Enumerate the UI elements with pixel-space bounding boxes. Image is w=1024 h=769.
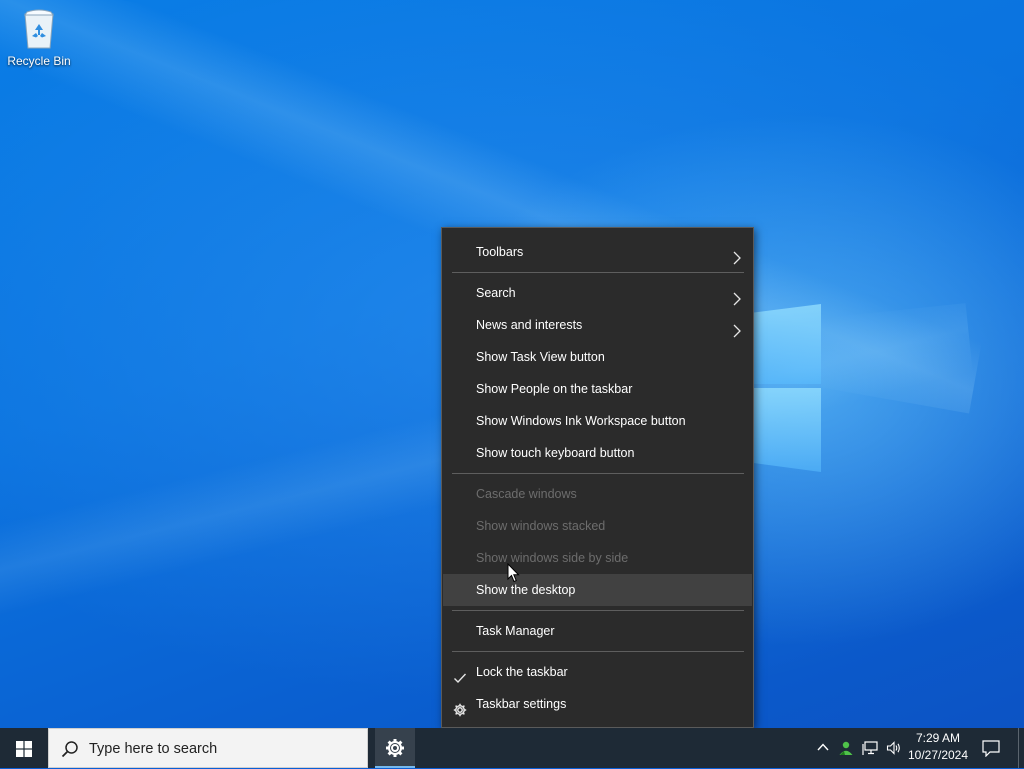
chevron-right-icon: [730, 286, 744, 306]
menu-item-search[interactable]: Search: [443, 277, 752, 309]
search-icon: [61, 740, 79, 763]
desktop-icon-label: Recycle Bin: [7, 54, 71, 68]
menu-item-label: Show windows stacked: [476, 519, 606, 533]
menu-item-label: Search: [476, 286, 516, 300]
chevron-up-icon: [817, 743, 829, 751]
menu-item-label: Task Manager: [476, 624, 555, 638]
menu-item-show-ink-workspace[interactable]: Show Windows Ink Workspace button: [443, 405, 752, 437]
show-desktop-button[interactable]: [1018, 728, 1024, 768]
menu-item-show-task-view-button[interactable]: Show Task View button: [443, 341, 752, 373]
tray-people-button[interactable]: [834, 728, 858, 768]
action-center-button[interactable]: [978, 728, 1006, 768]
wallpaper-windows-logo: [745, 290, 823, 480]
tray-network-button[interactable]: [858, 728, 882, 768]
menu-item-label: Show People on the taskbar: [476, 382, 633, 396]
menu-item-taskbar-settings[interactable]: Taskbar settings: [443, 688, 752, 720]
start-button[interactable]: [0, 728, 48, 768]
taskbar-search-box[interactable]: Type here to search: [48, 728, 368, 768]
people-icon: [839, 741, 853, 755]
menu-separator: [452, 610, 744, 611]
gear-icon: [386, 739, 404, 757]
menu-item-label: Show Task View button: [476, 350, 605, 364]
search-placeholder: Type here to search: [89, 741, 218, 757]
show-hidden-icons-button[interactable]: [812, 728, 834, 768]
menu-item-label: Toolbars: [476, 245, 524, 259]
gear-icon: [453, 697, 467, 717]
menu-item-show-windows-side-by-side: Show windows side by side: [443, 542, 752, 574]
menu-item-label: Show windows side by side: [476, 551, 629, 565]
menu-separator: [452, 651, 744, 652]
menu-item-cascade-windows: Cascade windows: [443, 478, 752, 510]
menu-item-task-manager[interactable]: Task Manager: [443, 615, 752, 647]
taskbar-context-menu: Toolbars Search News and interests Show …: [441, 227, 754, 728]
menu-item-label: Cascade windows: [476, 487, 577, 501]
taskbar-clock[interactable]: 7:29 AM 10/27/2024: [903, 730, 973, 766]
menu-item-label: Taskbar settings: [476, 697, 567, 711]
recycle-bin-icon: [19, 6, 59, 50]
chevron-right-icon: [730, 318, 744, 338]
taskbar-app-settings[interactable]: [375, 728, 415, 768]
mouse-pointer-icon: [507, 562, 521, 583]
menu-item-label: Show the desktop: [476, 583, 576, 597]
taskbar: Type here to search 7:29 AM 10/27/2024: [0, 728, 1024, 768]
menu-separator: [452, 473, 744, 474]
clock-time: 7:29 AM: [915, 731, 961, 745]
menu-item-show-the-desktop[interactable]: Show the desktop: [443, 574, 752, 606]
action-center-icon: [982, 740, 1000, 757]
network-icon: [862, 741, 878, 755]
tray-volume-button[interactable]: [882, 728, 904, 768]
menu-item-lock-the-taskbar[interactable]: Lock the taskbar: [443, 656, 752, 688]
chevron-right-icon: [730, 245, 744, 265]
menu-item-label: News and interests: [476, 318, 583, 332]
menu-item-label: Show Windows Ink Workspace button: [476, 414, 686, 428]
menu-item-news-and-interests[interactable]: News and interests: [443, 309, 752, 341]
checkmark-icon: [453, 665, 467, 684]
volume-icon: [886, 741, 900, 755]
menu-separator: [452, 272, 744, 273]
menu-item-toolbars[interactable]: Toolbars: [443, 236, 752, 268]
windows-logo-icon: [16, 741, 32, 757]
desktop-icon-recycle-bin[interactable]: Recycle Bin: [4, 6, 74, 68]
clock-date: 10/27/2024: [907, 748, 969, 762]
menu-item-show-touch-keyboard[interactable]: Show touch keyboard button: [443, 437, 752, 469]
menu-item-show-windows-stacked: Show windows stacked: [443, 510, 752, 542]
menu-item-show-people[interactable]: Show People on the taskbar: [443, 373, 752, 405]
menu-item-label: Lock the taskbar: [476, 665, 568, 679]
menu-item-label: Show touch keyboard button: [476, 446, 635, 460]
